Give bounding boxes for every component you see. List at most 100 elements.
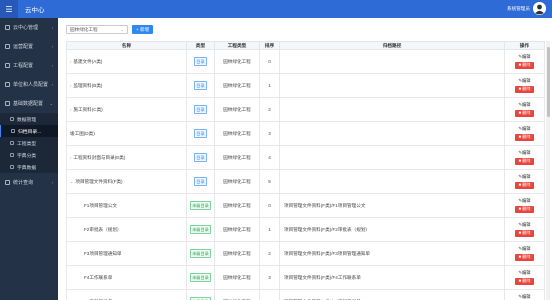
sidebar-item-statistics[interactable]: 统计查询 › — [0, 173, 58, 192]
sidebar-subitem-3[interactable]: 字典分类 — [0, 149, 58, 161]
sidebar-item-3[interactable]: 单位和人员配置 › — [0, 75, 58, 94]
edit-label: 编辑 — [522, 198, 531, 204]
sidebar-item-label: 云中心管理 — [13, 25, 39, 31]
column-header: 归档路径 — [279, 41, 505, 50]
app-title: 云中心 — [25, 7, 45, 14]
edit-button[interactable]: ✎编辑 — [518, 198, 530, 204]
operation-cell: ✎编辑■ 删除 — [504, 49, 545, 74]
edit-button[interactable]: ✎编辑 — [518, 78, 530, 84]
edit-button[interactable]: ✎编辑 — [518, 54, 530, 60]
expand-toggle-icon[interactable]: › — [70, 83, 71, 88]
document-icon — [11, 129, 15, 133]
delete-label: 删除 — [522, 230, 531, 236]
project-type-cell: 园林绿化工程 — [214, 145, 260, 170]
sidebar-item-1[interactable]: 运营配置 › — [0, 37, 58, 56]
operation-cell: ✎编辑■ 删除 — [504, 193, 545, 218]
type-badge: 目录 — [193, 81, 208, 90]
operation-cell: ✎编辑■ 删除 — [504, 241, 545, 266]
delete-button[interactable]: ■ 删除 — [515, 277, 534, 285]
archive-path-cell: 项目管理文件资料(F类)/F1项目管理公文 — [279, 193, 505, 218]
delete-button[interactable]: ■ 删除 — [515, 85, 534, 93]
add-button[interactable]: + 新增 — [132, 25, 154, 34]
project-type-cell: 园林绿化工程 — [214, 73, 260, 98]
edit-button[interactable]: ✎编辑 — [518, 222, 530, 228]
archive-path-cell: 项目管理文件资料(F类)/F4工作联系单 — [279, 265, 505, 290]
expand-toggle-icon[interactable]: › — [70, 107, 71, 112]
vertical-scrollbar[interactable] — [546, 41, 550, 300]
sidebar-subitem-label: 归档目录... — [18, 129, 42, 135]
expand-toggle-icon[interactable]: ⌄ — [70, 179, 73, 184]
edit-button[interactable]: ✎编辑 — [518, 102, 530, 108]
delete-label: 删除 — [522, 134, 531, 140]
hamburger-icon[interactable]: ☰ — [0, 0, 18, 18]
column-header: 排序 — [259, 41, 280, 50]
order-cell: 4 — [259, 145, 280, 170]
sidebar-item-2[interactable]: 工程配置 › — [0, 56, 58, 75]
user-menu[interactable]: 系统管理员 — [507, 2, 546, 15]
delete-button[interactable]: ■ 删除 — [515, 181, 534, 189]
edit-button[interactable]: ✎编辑 — [518, 246, 530, 252]
type-badge: 末级目录 — [189, 273, 212, 282]
name-cell: ⌄ 项目管理文件资料(F类) — [66, 169, 187, 194]
delete-button[interactable]: ■ 删除 — [515, 253, 534, 261]
delete-label: 删除 — [522, 254, 531, 260]
edit-button[interactable]: ✎编辑 — [518, 126, 530, 132]
order-cell: 0 — [259, 193, 280, 218]
operation-cell: ✎编辑■ 删除 — [504, 265, 545, 290]
row-name: F4工作联系单 — [84, 274, 113, 280]
operation-cell: ✎编辑■ 删除 — [504, 217, 545, 242]
table-row: F2审批表（规划） 末级目录 园林绿化工程 1 项目管理文件资料(F类)/F2审批表（规… — [66, 217, 545, 242]
chevron-icon: › — [51, 44, 53, 49]
scrollbar-thumb[interactable] — [546, 47, 550, 117]
archive-path-cell — [279, 73, 505, 98]
delete-label: 删除 — [522, 158, 531, 164]
menu-folder-icon — [5, 63, 10, 68]
delete-button[interactable]: ■ 删除 — [515, 157, 534, 165]
project-type-select[interactable]: 园林绿化工程 ⌄ — [66, 25, 128, 34]
sidebar-subitem-4[interactable]: 字典数据 — [0, 161, 58, 173]
delete-label: 删除 — [522, 110, 531, 116]
sidebar-subitem-0[interactable]: 数据管理 — [0, 113, 58, 125]
edit-button[interactable]: ✎编辑 — [518, 150, 530, 156]
operation-cell: ✎编辑■ 删除 — [504, 145, 545, 170]
sidebar-item-4[interactable]: 基础数据配置 ⌄ — [0, 94, 58, 113]
delete-button[interactable]: ■ 删除 — [515, 61, 534, 69]
sidebar-subitem-label: 数据管理 — [17, 117, 37, 123]
delete-label: 删除 — [522, 182, 531, 188]
column-header: 类型 — [186, 41, 215, 50]
row-name: F3项目管理通知单 — [84, 250, 122, 256]
delete-button[interactable]: ■ 删除 — [515, 229, 534, 237]
name-cell: F3项目管理通知单 — [66, 241, 187, 266]
row-name: 竣工图(D类) — [70, 130, 95, 136]
avatar-icon[interactable] — [533, 2, 546, 15]
edit-button[interactable]: ✎编辑 — [518, 174, 530, 180]
order-cell: 2 — [259, 97, 280, 122]
column-header: 工程类型 — [214, 41, 260, 50]
archive-path-cell: 项目管理文件资料(F类)/F5资料目录单 — [279, 289, 505, 300]
sidebar-item-label: 运营配置 — [13, 44, 34, 50]
edit-label: 编辑 — [522, 270, 531, 276]
order-cell: 1 — [259, 73, 280, 98]
name-cell: F4工作联系单 — [66, 265, 187, 290]
menu-folder-icon — [5, 82, 10, 87]
edit-label: 编辑 — [522, 126, 531, 132]
delete-button[interactable]: ■ 删除 — [515, 205, 534, 213]
project-type-cell: 园林绿化工程 — [214, 121, 260, 146]
expand-toggle-icon[interactable]: › — [70, 155, 71, 160]
toolbar: 园林绿化工程 ⌄ + 新增 — [58, 18, 552, 41]
document-icon — [10, 153, 14, 157]
type-cell: 末级目录 — [186, 241, 215, 266]
type-cell: 末级目录 — [186, 193, 215, 218]
sidebar-item-0[interactable]: 云中心管理 › — [0, 18, 58, 37]
type-cell: 目录 — [186, 169, 215, 194]
type-badge: 末级目录 — [189, 225, 212, 234]
edit-button[interactable]: ✎编辑 — [518, 270, 530, 276]
sidebar-subitem-2[interactable]: 工程类型 — [0, 137, 58, 149]
delete-button[interactable]: ■ 删除 — [515, 133, 534, 141]
sidebar-subitem-1[interactable]: 归档目录... — [0, 125, 58, 137]
edit-button[interactable]: ✎编辑 — [518, 294, 530, 300]
operation-cell: ✎编辑■ 删除 — [504, 73, 545, 98]
delete-button[interactable]: ■ 删除 — [515, 109, 534, 117]
expand-toggle-icon[interactable]: › — [70, 59, 71, 64]
name-cell: › 基建文件(A类) — [66, 49, 187, 74]
